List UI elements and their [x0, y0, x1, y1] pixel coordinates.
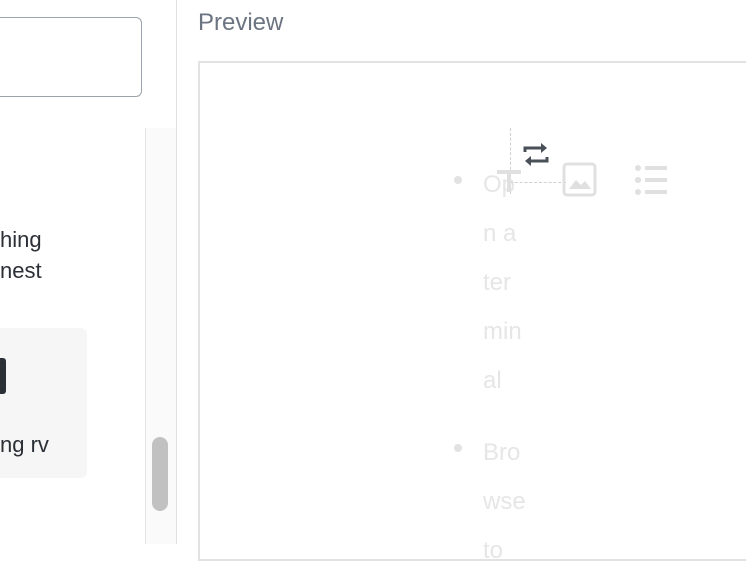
list-item-line: min	[483, 318, 522, 345]
list-item-line: al	[483, 367, 502, 394]
list-icon[interactable]	[634, 164, 670, 196]
card-icon	[0, 358, 6, 394]
panel-divider[interactable]	[176, 0, 177, 544]
swap-icon[interactable]	[520, 140, 552, 170]
list-item-line: to	[483, 537, 504, 564]
template-card[interactable]: ng rv	[0, 328, 87, 478]
list-item-line: wse	[483, 488, 526, 515]
search-input[interactable]	[0, 17, 142, 97]
list-item-line: n a	[483, 220, 517, 247]
list-item: Op n a ter min al	[452, 160, 543, 405]
left-panel: hing nest ng rv	[0, 0, 176, 544]
list-item-line: Bro	[483, 439, 521, 466]
preview-list: Op n a ter min al Bro wse to	[452, 160, 572, 575]
list-item-text[interactable]: hing nest	[0, 224, 145, 286]
list-item: Bro wse to	[452, 428, 543, 575]
card-label: ng rv	[0, 432, 49, 457]
item-text-line-1: hing	[0, 227, 42, 252]
list-item-line: ter	[483, 269, 512, 296]
item-text-line-2: nest	[0, 258, 42, 283]
scrollbar-thumb[interactable]	[152, 437, 168, 511]
preview-title: Preview	[198, 9, 284, 36]
image-icon[interactable]	[562, 162, 598, 198]
text-icon[interactable]	[494, 166, 524, 196]
